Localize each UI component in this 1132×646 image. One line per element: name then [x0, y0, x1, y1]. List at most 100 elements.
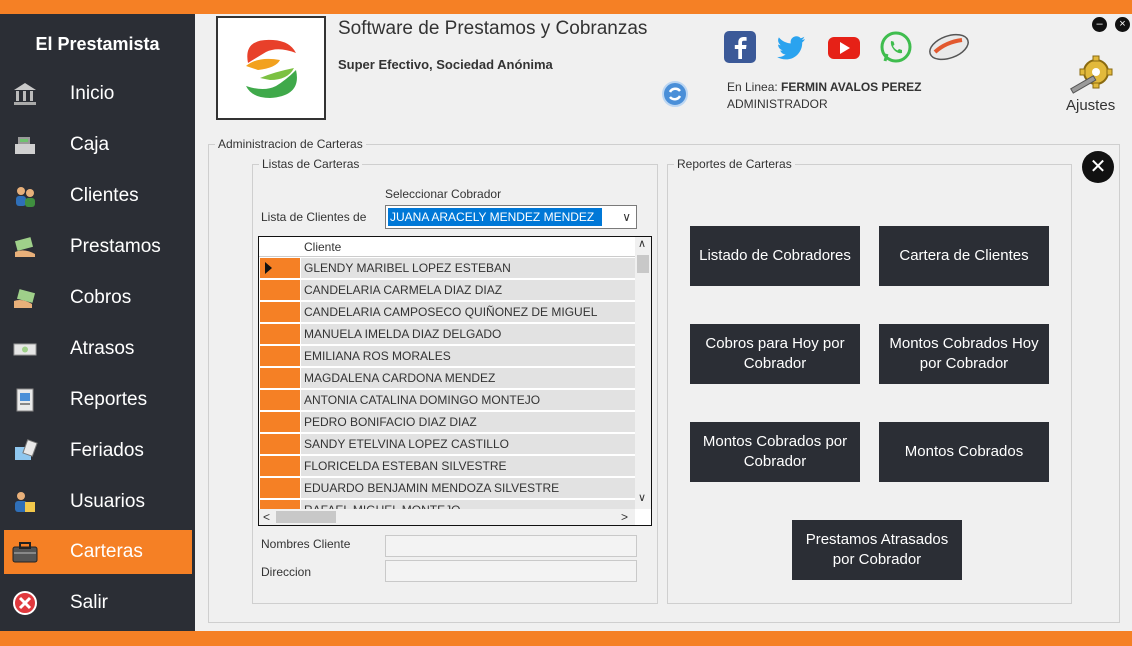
chevron-down-icon: ∨ — [622, 210, 631, 224]
row-header[interactable] — [260, 456, 300, 476]
horizontal-scrollbar[interactable]: < > — [259, 509, 635, 525]
direccion-field[interactable] — [385, 560, 637, 582]
bank-icon — [10, 79, 40, 109]
cell-cliente[interactable]: CANDELARIA CARMELA DIAZ DIAZ — [301, 280, 635, 300]
grid-header: Cliente — [259, 237, 635, 257]
sidebar-item-label: Inicio — [70, 83, 115, 104]
people-icon — [10, 181, 40, 211]
cell-cliente[interactable]: FLORICELDA ESTEBAN SILVESTRE — [301, 456, 635, 476]
column-header-cliente[interactable]: Cliente — [304, 240, 341, 254]
table-row[interactable]: MANUELA IMELDA DIAZ DELGADO — [259, 323, 635, 345]
montos-cobrados-por-cobrador-button[interactable]: Montos Cobrados por Cobrador — [690, 422, 860, 482]
table-row[interactable]: GLENDY MARIBEL LOPEZ ESTEBAN — [259, 257, 635, 279]
cobrador-select[interactable]: JUANA ARACELY MENDEZ MENDEZ ∨ — [385, 205, 637, 229]
cell-cliente[interactable]: MAGDALENA CARDONA MENDEZ — [301, 368, 635, 388]
row-header[interactable] — [260, 324, 300, 344]
listado-cobradores-button[interactable]: Listado de Cobradores — [690, 226, 860, 286]
current-user-role: ADMINISTRADOR — [727, 97, 828, 111]
cell-cliente[interactable]: RAFAEL MIGUEL MONTEJO — [301, 500, 635, 509]
nombre-cliente-field[interactable] — [385, 535, 637, 557]
horizontal-scroll-thumb[interactable] — [276, 511, 336, 523]
money-hand-icon — [10, 232, 40, 262]
clients-grid[interactable]: Cliente GLENDY MARIBEL LOPEZ ESTEBAN CAN… — [258, 236, 652, 526]
scroll-down-icon[interactable]: ∨ — [638, 491, 646, 504]
sidebar-item-label: Usuarios — [70, 491, 145, 512]
cobrador-select-value: JUANA ARACELY MENDEZ MENDEZ — [388, 208, 602, 226]
prestamos-atrasados-button[interactable]: Prestamos Atrasados por Cobrador — [792, 520, 962, 580]
scroll-up-icon[interactable]: ∧ — [638, 237, 646, 250]
facebook-icon[interactable] — [723, 30, 757, 64]
sidebar-item-carteras[interactable]: Carteras — [4, 530, 192, 574]
row-header[interactable] — [260, 346, 300, 366]
window-close-button[interactable]: × — [1115, 17, 1130, 32]
refresh-icon[interactable] — [661, 80, 689, 108]
sidebar-item-inicio[interactable]: Inicio — [4, 72, 192, 116]
sidebar-item-label: Cobros — [70, 287, 132, 308]
row-header[interactable] — [260, 368, 300, 388]
gear-icon[interactable] — [1066, 52, 1116, 96]
cartera-clientes-button[interactable]: Cartera de Clientes — [879, 226, 1049, 286]
table-row[interactable]: MAGDALENA CARDONA MENDEZ — [259, 367, 635, 389]
row-header[interactable] — [260, 280, 300, 300]
table-row[interactable]: RAFAEL MIGUEL MONTEJO — [259, 499, 635, 509]
sidebar-item-usuarios[interactable]: Usuarios — [4, 480, 192, 524]
sidebar-item-reportes[interactable]: Reportes — [4, 378, 192, 422]
sidebar-item-feriados[interactable]: Feriados — [4, 429, 192, 473]
cell-cliente[interactable]: ANTONIA CATALINA DOMINGO MONTEJO — [301, 390, 635, 410]
cell-cliente[interactable]: PEDRO BONIFACIO DIAZ DIAZ — [301, 412, 635, 432]
row-header[interactable] — [260, 390, 300, 410]
cell-cliente[interactable]: CANDELARIA CAMPOSECO QUIÑONEZ DE MIGUEL — [301, 302, 635, 322]
row-header[interactable] — [260, 302, 300, 322]
cell-cliente[interactable]: SANDY ETELVINA LOPEZ CASTILLO — [301, 434, 635, 454]
cell-cliente[interactable]: EMILIANA ROS MORALES — [301, 346, 635, 366]
table-row[interactable]: ANTONIA CATALINA DOMINGO MONTEJO — [259, 389, 635, 411]
table-row[interactable]: EDUARDO BENJAMIN MENDOZA SILVESTRE — [259, 477, 635, 499]
cell-cliente[interactable]: EDUARDO BENJAMIN MENDOZA SILVESTRE — [301, 478, 635, 498]
table-row[interactable]: CANDELARIA CAMPOSECO QUIÑONEZ DE MIGUEL — [259, 301, 635, 323]
nombre-cliente-label: Nombres Cliente — [261, 537, 351, 551]
row-header[interactable] — [260, 258, 300, 278]
sidebar-item-atrasos[interactable]: Atrasos — [4, 327, 192, 371]
sidebar-item-label: Carteras — [70, 541, 143, 562]
online-status: En Linea: FERMIN AVALOS PEREZ — [727, 80, 922, 94]
vertical-scrollbar[interactable]: ∧ ∨ — [635, 237, 651, 509]
minimize-button[interactable]: – — [1092, 17, 1107, 32]
whatsapp-icon[interactable] — [878, 30, 912, 64]
sidebar-item-salir[interactable]: Salir — [4, 581, 192, 625]
row-header[interactable] — [260, 412, 300, 432]
settings-label[interactable]: Ajustes — [1066, 97, 1115, 114]
row-header[interactable] — [260, 434, 300, 454]
direccion-label: Direccion — [261, 565, 312, 579]
brand-title: El Prestamista — [35, 34, 160, 54]
cell-cliente[interactable]: GLENDY MARIBEL LOPEZ ESTEBAN — [301, 258, 635, 278]
scroll-right-icon[interactable]: > — [621, 510, 628, 524]
current-user-name: FERMIN AVALOS PEREZ — [781, 80, 922, 94]
cash-register-icon — [10, 130, 40, 160]
montos-cobrados-hoy-button[interactable]: Montos Cobrados Hoy por Cobrador — [879, 324, 1049, 384]
sidebar-item-clientes[interactable]: Clientes — [4, 174, 192, 218]
table-row[interactable]: FLORICELDA ESTEBAN SILVESTRE — [259, 455, 635, 477]
row-header[interactable] — [260, 478, 300, 498]
montos-cobrados-button[interactable]: Montos Cobrados — [879, 422, 1049, 482]
vertical-scroll-thumb[interactable] — [637, 255, 649, 273]
row-header[interactable] — [260, 500, 300, 509]
sidebar-item-label: Salir — [70, 592, 109, 613]
youtube-icon[interactable] — [826, 30, 860, 64]
table-row[interactable]: EMILIANA ROS MORALES — [259, 345, 635, 367]
scroll-left-icon[interactable]: < — [263, 510, 270, 524]
sidebar-item-caja[interactable]: Caja — [4, 123, 192, 167]
table-row[interactable]: SANDY ETELVINA LOPEZ CASTILLO — [259, 433, 635, 455]
cobros-hoy-button[interactable]: Cobros para Hoy por Cobrador — [690, 324, 860, 384]
mouse-icon[interactable] — [926, 30, 972, 64]
section-title: Administracion de Carteras — [218, 137, 363, 151]
table-row[interactable]: CANDELARIA CARMELA DIAZ DIAZ — [259, 279, 635, 301]
twitter-icon[interactable] — [774, 30, 808, 64]
sidebar-item-label: Prestamos — [70, 236, 161, 257]
sidebar-item-label: Feriados — [70, 440, 144, 461]
cell-cliente[interactable]: MANUELA IMELDA DIAZ DELGADO — [301, 324, 635, 344]
sidebar-item-prestamos[interactable]: Prestamos — [4, 225, 192, 269]
sidebar-item-cobros[interactable]: Cobros — [4, 276, 192, 320]
report-icon — [10, 385, 40, 415]
close-panel-button[interactable]: ✕ — [1082, 151, 1114, 183]
table-row[interactable]: PEDRO BONIFACIO DIAZ DIAZ — [259, 411, 635, 433]
